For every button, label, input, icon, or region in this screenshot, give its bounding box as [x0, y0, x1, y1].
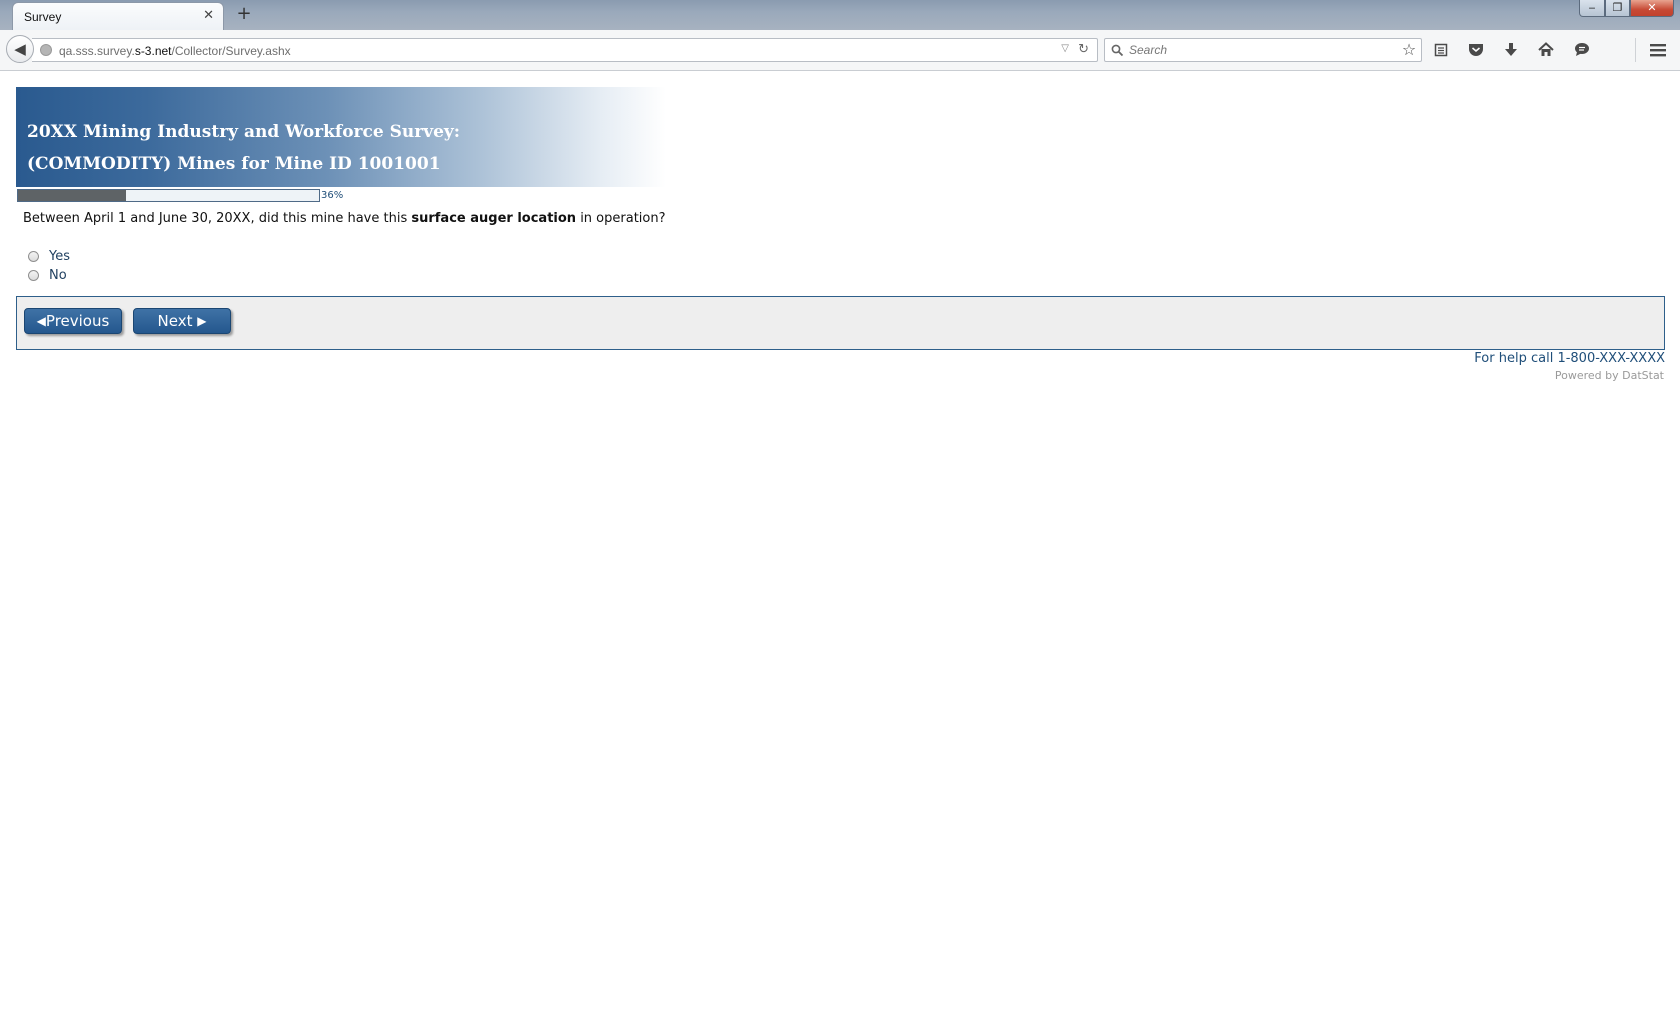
maximize-button[interactable]: ❐ — [1605, 0, 1630, 17]
next-button-label: Next — [157, 312, 193, 330]
url-bar[interactable]: qa.sss.survey.s-3.net/Collector/Survey.a… — [32, 38, 1098, 62]
previous-button-label: Previous — [45, 312, 110, 330]
question-text: Between April 1 and June 30, 20XX, did t… — [23, 211, 666, 226]
option-yes-label[interactable]: Yes — [49, 249, 70, 264]
question-prefix: Between April 1 and June 30, 20XX, did t… — [23, 211, 412, 226]
menu-icon[interactable] — [1645, 37, 1671, 63]
download-icon[interactable] — [1498, 37, 1524, 63]
progress-bar-fill — [18, 190, 127, 201]
search-bar[interactable] — [1104, 38, 1422, 62]
window-controls: ‒ ❐ ✕ — [1579, 0, 1674, 18]
close-window-button[interactable]: ✕ — [1630, 0, 1674, 17]
new-tab-button[interactable]: + — [234, 4, 254, 24]
survey-title-line2: (COMMODITY) Mines for Mine ID 1001001 — [27, 154, 441, 174]
search-icon — [1111, 44, 1124, 57]
powered-by-text: Powered by DatStat — [1554, 369, 1664, 382]
previous-arrow-icon: ◀ — [36, 314, 46, 328]
progress-label: 36% — [321, 190, 344, 201]
option-no[interactable]: No — [28, 267, 67, 283]
minimize-button[interactable]: ‒ — [1579, 0, 1605, 17]
url-prefix: qa.sss.survey. — [59, 44, 135, 58]
tab-close-icon[interactable]: ✕ — [203, 8, 214, 24]
survey-header-banner: 20XX Mining Industry and Workforce Surve… — [16, 87, 666, 187]
back-button[interactable]: ◀ — [6, 35, 34, 63]
bookmark-star-icon[interactable]: ☆ — [1396, 37, 1422, 63]
reload-icon[interactable]: ↻ — [1078, 42, 1089, 57]
next-arrow-icon: ▶ — [197, 314, 207, 328]
question-emphasis: surface auger location — [411, 211, 577, 226]
survey-title-line1: 20XX Mining Industry and Workforce Surve… — [27, 122, 461, 142]
next-button[interactable]: Next ▶ — [133, 308, 231, 334]
browser-navbar: qa.sss.survey.s-3.net/Collector/Survey.a… — [0, 30, 1680, 71]
radio-no[interactable] — [28, 269, 39, 281]
tab-title: Survey — [24, 10, 62, 24]
previous-button[interactable]: ◀Previous — [24, 308, 122, 334]
home-icon[interactable] — [1533, 37, 1559, 63]
question-suffix: in operation? — [576, 211, 666, 226]
search-input[interactable] — [1129, 40, 1409, 60]
help-phone-text: For help call 1-800-XXX-XXXX — [1474, 351, 1665, 366]
url-history-dropdown-icon[interactable]: ▽ — [1061, 43, 1069, 54]
page-content: 20XX Mining Industry and Workforce Surve… — [0, 71, 1680, 1010]
pocket-icon[interactable] — [1463, 37, 1489, 63]
url-path: /Collector/Survey.ashx — [171, 44, 291, 58]
browser-titlebar: Survey ✕ + ‒ ❐ ✕ — [0, 0, 1680, 30]
toolbar-separator — [1635, 38, 1636, 62]
url-text[interactable]: qa.sss.survey.s-3.net/Collector/Survey.a… — [59, 44, 291, 58]
radio-yes[interactable] — [28, 250, 39, 262]
option-no-label[interactable]: No — [49, 268, 67, 283]
back-arrow-icon: ◀ — [14, 40, 26, 58]
chat-icon[interactable] — [1569, 37, 1595, 63]
option-yes[interactable]: Yes — [28, 248, 70, 264]
site-identity-icon[interactable] — [40, 44, 52, 56]
url-host: s-3.net — [134, 44, 172, 58]
browser-tab[interactable]: Survey ✕ — [12, 2, 224, 30]
progress-bar — [17, 189, 320, 202]
navigation-panel: ◀Previous Next ▶ — [16, 296, 1665, 350]
reading-list-icon[interactable] — [1428, 37, 1454, 63]
